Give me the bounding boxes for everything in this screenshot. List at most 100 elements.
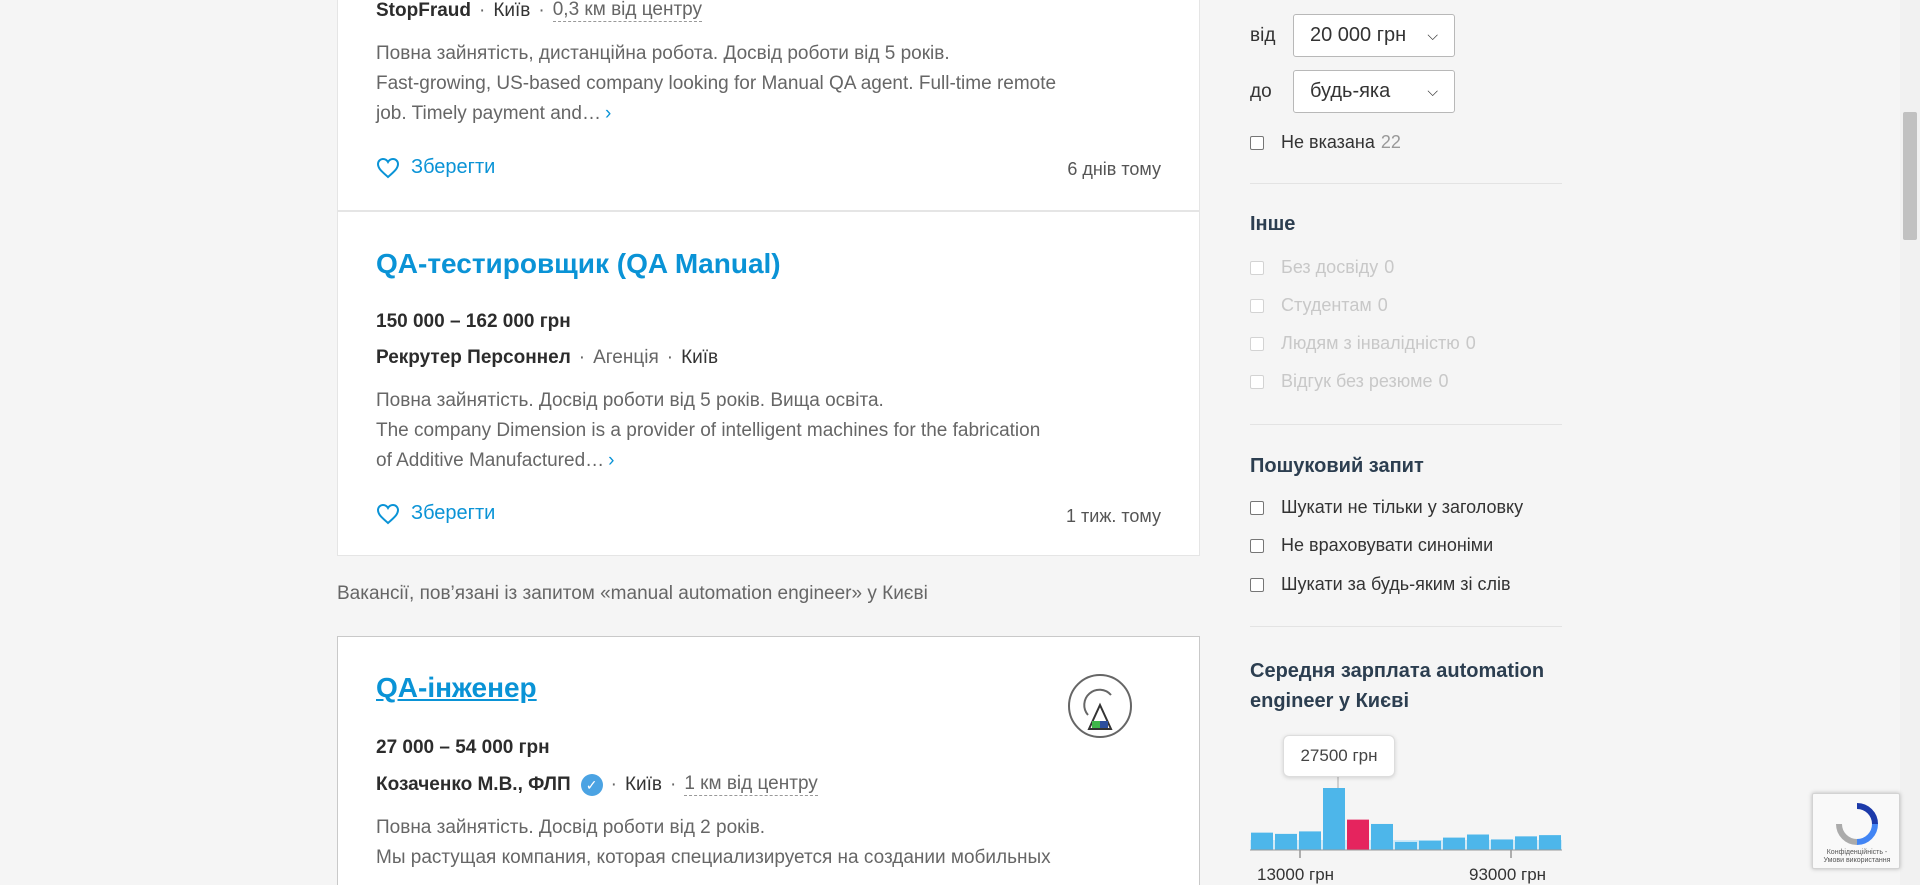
chevron-down-icon: ⌵ — [1427, 27, 1438, 43]
job-title-link[interactable]: QA-інженер — [376, 672, 537, 704]
city: Київ — [681, 347, 719, 368]
other-option[interactable]: Студентам 0 — [1250, 295, 1388, 316]
job-description: Повна зайнятість. Досвід роботи від 5 ро… — [376, 386, 1156, 476]
histogram-tooltip: 27500 грн — [1283, 735, 1395, 777]
divider — [1250, 183, 1562, 184]
save-button[interactable]: Зберегти — [376, 502, 495, 525]
more-chevron-icon[interactable]: › — [608, 450, 614, 471]
posted-time: 1 тиж. тому — [1066, 506, 1161, 526]
axis-max-label: 93000 грн — [1469, 865, 1547, 884]
separator: · — [578, 347, 586, 368]
city: Київ — [493, 0, 531, 21]
checkbox[interactable] — [1250, 577, 1264, 592]
histogram-bar[interactable] — [1371, 823, 1393, 850]
divider — [1250, 626, 1562, 627]
avg-salary-title: Середня зарплата automation engineer у К… — [1250, 660, 1545, 712]
other-option[interactable]: Без досвіду 0 — [1250, 257, 1394, 278]
checkbox[interactable] — [1250, 336, 1264, 351]
histogram-bar[interactable] — [1443, 837, 1465, 850]
desc-line: of Additive Manufactured… — [376, 450, 605, 471]
not-specified-checkbox[interactable]: Не вказана 22 — [1250, 132, 1401, 153]
verified-check-icon: ✓ — [580, 773, 603, 796]
heart-icon — [376, 157, 400, 178]
distance-link[interactable]: 0,3 км від центру — [552, 0, 703, 22]
related-heading: Вакансії, пов’язані із запитом «manual a… — [337, 583, 928, 604]
job-description: Повна зайнятість. Досвід роботи від 2 ро… — [376, 813, 1156, 873]
job-card: QA-інженер 27 000 – 54 000 грн Козаченко… — [337, 636, 1200, 885]
checkbox[interactable] — [1250, 500, 1264, 515]
scrollbar-thumb[interactable] — [1903, 112, 1917, 240]
salary: 150 000 – 162 000 грн — [376, 311, 571, 332]
divider — [1250, 424, 1562, 425]
company-type: Агенція — [593, 347, 659, 368]
checkbox-label: Людям з інвалідністю — [1281, 333, 1460, 353]
search-option[interactable]: Шукати не тільки у заголовку — [1250, 497, 1523, 518]
salary-from-select[interactable]: 20 000 грн ⌵ — [1293, 14, 1455, 57]
histogram-bar[interactable] — [1275, 833, 1297, 850]
histogram-bar[interactable] — [1467, 834, 1489, 851]
separator: · — [666, 347, 674, 368]
save-label: Зберегти — [411, 156, 496, 178]
save-button[interactable]: Зберегти — [376, 156, 495, 179]
checkbox-label: Шукати за будь-яким зі слів — [1281, 574, 1511, 594]
checkbox[interactable] — [1250, 298, 1264, 313]
checkbox[interactable] — [1250, 374, 1264, 389]
separator: · — [610, 773, 617, 795]
checkbox-label: Не вказана — [1281, 132, 1375, 152]
other-option[interactable]: Людям з інвалідністю 0 — [1250, 333, 1476, 354]
histogram-bar[interactable] — [1395, 841, 1417, 850]
more-chevron-icon[interactable]: › — [605, 103, 611, 124]
search-option[interactable]: Не враховувати синоніми — [1250, 535, 1493, 556]
other-section-title: Інше — [1250, 213, 1296, 235]
company-name[interactable]: StopFraud — [376, 0, 471, 22]
desc-line: job. Timely payment and… — [376, 103, 601, 124]
count: 0 — [1438, 371, 1449, 391]
chevron-down-icon: ⌵ — [1427, 83, 1438, 99]
count: 22 — [1380, 132, 1401, 152]
histogram-bar[interactable] — [1347, 819, 1369, 850]
checkbox-label: Відгук без резюме — [1281, 371, 1433, 391]
job-description: Повна зайнятість, дистанційна робота. До… — [376, 39, 1156, 129]
axis-min-label: 13000 грн — [1257, 865, 1335, 884]
select-value: будь-яка — [1310, 80, 1391, 102]
company-name[interactable]: Козаченко М.В., ФЛП — [376, 774, 571, 796]
desc-line: Повна зайнятість. Досвід роботи від 2 ро… — [376, 817, 766, 838]
histogram-bar[interactable] — [1323, 788, 1345, 850]
checkbox-label: Шукати не тільки у заголовку — [1281, 497, 1524, 517]
checkbox-label: Не враховувати синоніми — [1281, 535, 1494, 555]
job-card: StopFraud · Київ · 0,3 км від центру Пов… — [337, 0, 1200, 211]
separator: · — [670, 773, 677, 795]
checkbox[interactable] — [1250, 260, 1264, 275]
histogram-bar[interactable] — [1299, 831, 1321, 850]
count: 0 — [1465, 333, 1476, 353]
other-option[interactable]: Відгук без резюме 0 — [1250, 371, 1449, 392]
count: 0 — [1377, 295, 1388, 315]
checkbox-label: Без досвіду — [1281, 257, 1379, 277]
company-name[interactable]: Рекрутер Персоннел — [376, 347, 571, 369]
separator: · — [538, 0, 545, 21]
job-meta: Козаченко М.В., ФЛП ✓ · Київ · 1 км від … — [376, 773, 818, 796]
select-value: 20 000 грн — [1310, 24, 1407, 46]
histogram-bar[interactable] — [1539, 835, 1561, 850]
histogram-bar[interactable] — [1491, 839, 1513, 850]
salary-to-label: до — [1250, 81, 1272, 102]
job-card: QA-тестировщик (QA Manual) 150 000 – 162… — [337, 211, 1200, 556]
recaptcha-badge[interactable]: Конфіденційність - Умови використання — [1812, 793, 1900, 869]
desc-line: Fast-growing, US-based company looking f… — [376, 73, 1057, 94]
heart-icon — [376, 503, 400, 524]
search-option[interactable]: Шукати за будь-яким зі слів — [1250, 574, 1511, 595]
histogram-bar[interactable] — [1419, 840, 1441, 850]
city: Київ — [624, 773, 662, 795]
desc-line: Мы растущая компания, которая специализи… — [376, 847, 1051, 868]
checkbox[interactable] — [1250, 538, 1264, 553]
job-title-link[interactable]: QA-тестировщик (QA Manual) — [376, 248, 781, 280]
histogram-bar[interactable] — [1515, 836, 1537, 850]
checkbox[interactable] — [1250, 135, 1264, 150]
posted-time: 6 днів тому — [1067, 159, 1161, 179]
salary-to-select[interactable]: будь-яка ⌵ — [1293, 70, 1455, 113]
histogram-bar[interactable] — [1251, 832, 1273, 850]
job-meta: Рекрутер Персоннел · Агенція · Київ — [376, 347, 718, 369]
distance-link[interactable]: 1 км від центру — [684, 773, 818, 796]
recaptcha-text[interactable]: Конфіденційність - Умови використання — [1817, 849, 1897, 865]
separator: · — [479, 0, 486, 21]
